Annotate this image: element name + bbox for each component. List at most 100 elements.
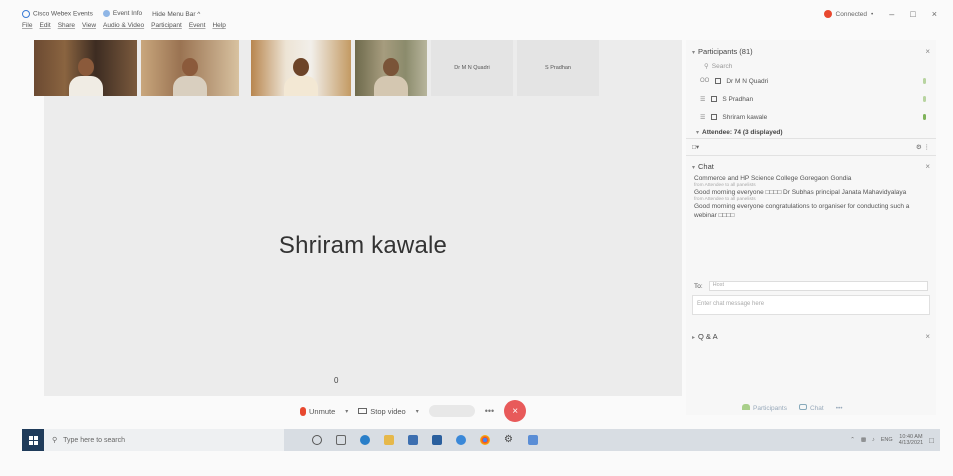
chevron-down-icon: ▾ [692, 164, 696, 171]
close-window-button[interactable]: × [932, 9, 937, 19]
meeting-control-bar: Unmute ▾ Stop video ▾ ••• × [300, 400, 640, 422]
participants-header[interactable]: ▾ Participants (81) × [686, 44, 936, 58]
chevron-down-icon: • [871, 10, 874, 18]
chrome-icon[interactable] [480, 435, 490, 445]
participants-tab-button[interactable]: Participants [742, 404, 787, 412]
clock[interactable]: 10:40 AM 4/13/2021 [899, 434, 923, 447]
participant-list: OO Dr M N Quadri ☰ S Pradhan ☰ Shriram kawa… [686, 72, 936, 126]
event-info-icon [102, 10, 110, 18]
end-meeting-button[interactable]: × [504, 400, 527, 422]
mic-status-icon [923, 114, 926, 120]
close-panel-icon[interactable]: × [925, 47, 930, 56]
more-options-button[interactable]: ••• [485, 406, 494, 416]
cortana-icon[interactable] [312, 435, 322, 445]
chevron-right-icon: ▸ [692, 334, 696, 341]
chat-recipient-select[interactable]: Host [708, 281, 928, 291]
audio-options-chevron[interactable]: ▾ [345, 408, 348, 415]
chat-message-input[interactable]: Enter chat message here [692, 295, 930, 315]
tray-overflow-icon[interactable]: ⌃ [850, 437, 855, 443]
page-indicator: 0 [334, 376, 339, 385]
microphone-icon [300, 406, 306, 416]
video-thumbnail[interactable] [141, 40, 239, 96]
panel-more-button[interactable]: ••• [836, 405, 843, 412]
video-status-icon [711, 114, 718, 120]
menu-file[interactable]: File [22, 22, 32, 34]
unmute-button[interactable]: Unmute [300, 406, 335, 416]
qa-header[interactable]: ▸ Q & A × [686, 329, 936, 343]
chat-header[interactable]: ▾ Chat × [686, 159, 936, 173]
settings-gear-icon[interactable]: ⚙ [504, 435, 514, 445]
menu-bar: File Edit Share View Audio & Video Parti… [22, 22, 226, 34]
menu-event[interactable]: Event [189, 22, 206, 34]
video-thumbnail[interactable] [34, 40, 137, 96]
video-options-chevron[interactable]: ▾ [416, 408, 419, 415]
connection-status-icon [823, 10, 832, 18]
participant-video [173, 56, 207, 96]
participant-options-icon[interactable]: ⚙ ⋮ [916, 143, 930, 151]
participant-row[interactable]: OO Dr M N Quadri [686, 72, 936, 90]
search-icon: ⚲ [52, 437, 58, 444]
camera-icon [358, 408, 368, 414]
network-icon[interactable]: ▩ [861, 437, 866, 443]
edge-browser-icon[interactable] [360, 435, 370, 445]
participant-row[interactable]: ☰ S Pradhan [686, 90, 936, 108]
video-thumbnail[interactable] [355, 40, 427, 96]
participant-row[interactable]: ☰ Shriram kawale [686, 108, 936, 126]
mail-icon[interactable] [432, 435, 442, 445]
webex-logo-icon [22, 10, 30, 18]
menu-participant[interactable]: Participant [151, 22, 182, 34]
participant-video [68, 56, 103, 96]
taskbar-search[interactable]: ⚲ Type here to search [44, 429, 284, 451]
minimize-button[interactable]: – [889, 9, 894, 19]
to-label: To: [694, 282, 703, 290]
participant-tools: □▾ ⚙ ⋮ [686, 138, 936, 156]
menu-view[interactable]: View [82, 22, 96, 34]
volume-icon[interactable]: ♪ [872, 437, 875, 443]
notifications-icon[interactable]: □ [929, 436, 934, 445]
menu-audio-video[interactable]: Audio & Video [103, 22, 144, 34]
store-icon[interactable] [408, 435, 418, 445]
participant-video [374, 56, 408, 96]
taskbar-apps: ⚙ [312, 435, 538, 445]
windows-logo-icon [28, 435, 38, 445]
search-icon: ⚲ [704, 63, 709, 70]
system-tray: ⌃ ▩ ♪ ENG 10:40 AM 4/13/2021 □ [850, 434, 940, 447]
close-qa-icon[interactable]: × [925, 332, 930, 341]
file-explorer-icon[interactable] [384, 435, 394, 445]
hide-menu-bar-button[interactable]: Hide Menu Bar ^ [152, 11, 200, 18]
video-stage: Dr M N Quadri S Pradhan Shriram kawale 0 [34, 40, 682, 396]
mute-all-icon[interactable]: □▾ [692, 143, 699, 151]
stop-video-button[interactable]: Stop video [358, 407, 406, 416]
language-indicator[interactable]: ENG [881, 437, 893, 443]
mic-status-icon [923, 96, 926, 102]
attendee-group-header[interactable]: ▾ Attendee: 74 (3 displayed) [686, 126, 936, 138]
people-icon [742, 404, 750, 410]
maximize-button[interactable]: □ [910, 9, 915, 19]
chat-messages: Commerce and HP Science College Goregaon… [686, 173, 936, 273]
share-button[interactable] [428, 405, 475, 417]
event-info-button[interactable]: Event Info [102, 10, 142, 18]
side-panel: ▾ Participants (81) × ⚲ Search OO Dr M N Qu… [686, 40, 936, 415]
app-window-icon[interactable] [528, 435, 538, 445]
chat-recipient-row: To: Host [686, 281, 936, 291]
name-tile[interactable]: S Pradhan [517, 40, 599, 96]
video-thumbnail[interactable] [251, 40, 351, 96]
menu-share[interactable]: Share [58, 22, 75, 34]
menu-help[interactable]: Help [212, 22, 225, 34]
chat-tab-button[interactable]: Chat [798, 404, 824, 412]
connection-status[interactable]: Connected • [823, 10, 874, 18]
chat-message: Commerce and HP Science College Goregaon… [694, 175, 852, 182]
menu-edit[interactable]: Edit [39, 22, 50, 34]
start-button[interactable] [22, 429, 44, 451]
webex-taskbar-icon[interactable] [456, 435, 466, 445]
name-tile[interactable]: Dr M N Quadri [431, 40, 513, 96]
video-status-icon [715, 78, 722, 84]
participant-search[interactable]: ⚲ Search [704, 62, 926, 71]
chat-icon [798, 404, 807, 410]
close-chat-icon[interactable]: × [925, 162, 930, 171]
mic-status-icon [923, 78, 926, 84]
task-view-icon[interactable] [336, 435, 346, 445]
window-titlebar: Cisco Webex Events Event Info Hide Menu … [22, 8, 937, 20]
chevron-down-icon: ▾ [692, 49, 696, 56]
active-speaker-name: Shriram kawale [278, 232, 448, 259]
